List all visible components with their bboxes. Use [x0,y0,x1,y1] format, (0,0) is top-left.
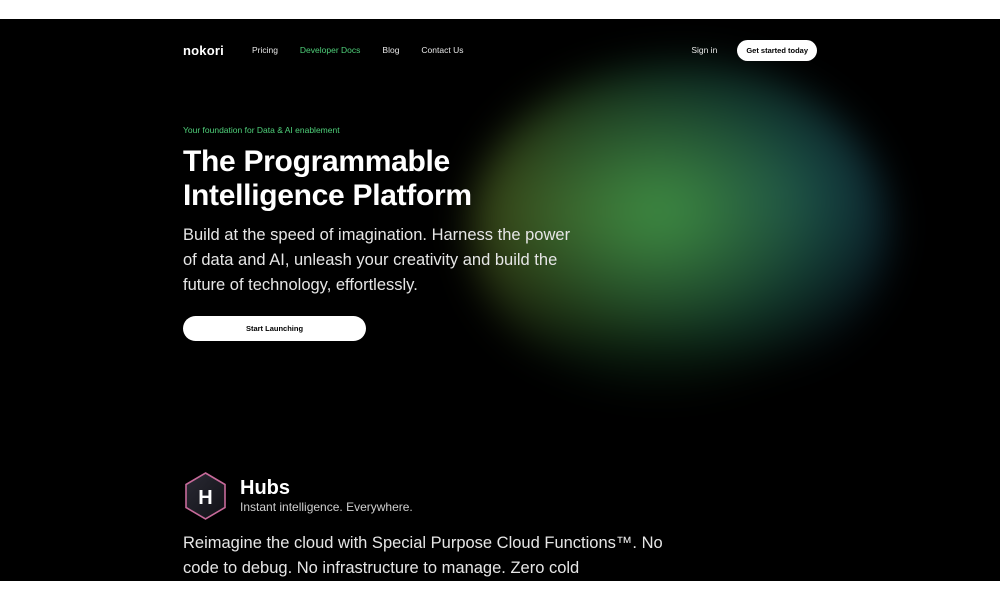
hubs-title: Hubs [240,477,290,499]
hero-eyebrow: Your foundation for Data & AI enablement [183,125,340,135]
nav-link-pricing[interactable]: Pricing [252,45,278,55]
hero-title-line-2: Intelligence Platform [183,179,472,212]
nav-link-developer-docs[interactable]: Developer Docs [300,45,360,55]
hero-subtitle: Build at the speed of imagination. Harne… [183,226,571,294]
hubs-icon-letter: H [198,487,212,509]
top-navigation: nokori Pricing Developer Docs Blog Conta… [183,39,817,61]
hubs-body: Reimagine the cloud with Special Purpose… [183,534,663,577]
nokori-logo[interactable]: nokori [183,43,224,58]
get-started-button[interactable]: Get started today [737,39,817,61]
nav-links: Pricing Developer Docs Blog Contact Us [252,45,464,55]
page-viewport: nokori Pricing Developer Docs Blog Conta… [0,19,1000,581]
hero-section: Your foundation for Data & AI enablement… [183,125,603,341]
hubs-header: H Hubs Instant intelligence. Everywhere. [183,471,663,521]
hubs-section: H Hubs Instant intelligence. Everywhere.… [183,471,663,581]
start-launching-button[interactable]: Start Launching [183,316,366,341]
hubs-heading-group: Hubs Instant intelligence. Everywhere. [240,471,413,514]
hubs-hexagon-icon: H [185,472,226,520]
hero-title: The Programmable Intelligence Platform [183,145,603,213]
sign-in-link[interactable]: Sign in [691,45,717,55]
hubs-tagline: Instant intelligence. Everywhere. [240,500,413,514]
nav-link-contact-us[interactable]: Contact Us [421,45,463,55]
hero-title-line-1: The Programmable [183,145,450,178]
nav-link-blog[interactable]: Blog [382,45,399,55]
nav-right: Sign in Get started today [691,39,817,61]
